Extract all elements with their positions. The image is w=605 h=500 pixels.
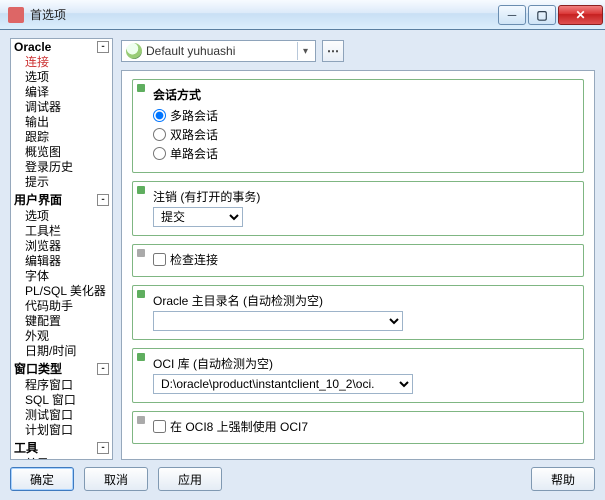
- group-marker-icon: [137, 416, 145, 424]
- close-button[interactable]: ✕: [558, 5, 603, 25]
- session-mode-group: 会话方式 多路会话双路会话单路会话: [132, 79, 584, 173]
- oci-lib-label: OCI 库 (自动检测为空): [153, 355, 575, 372]
- logoff-group: 注销 (有打开的事务) 提交: [132, 181, 584, 236]
- session-radio-label: 多路会话: [170, 107, 218, 124]
- sidebar-category[interactable]: 窗口类型-: [11, 359, 112, 378]
- dialog-buttons: 确定 取消 应用 帮助: [10, 460, 595, 492]
- check-connection-checkbox[interactable]: [153, 253, 166, 266]
- sidebar-item[interactable]: 编辑器: [11, 254, 112, 269]
- session-radio-label: 双路会话: [170, 126, 218, 143]
- sidebar-item[interactable]: 调试器: [11, 100, 112, 115]
- group-marker-icon: [137, 249, 145, 257]
- force-oci7-checkbox[interactable]: [153, 420, 166, 433]
- settings-panel: 会话方式 多路会话双路会话单路会话 注销 (有打开的事务) 提交: [121, 70, 595, 460]
- sidebar-item[interactable]: 日期/时间: [11, 344, 112, 359]
- oracle-home-select[interactable]: [153, 311, 403, 331]
- sidebar-item[interactable]: 浏览器: [11, 239, 112, 254]
- profile-label: Default yuhuashi: [146, 44, 297, 58]
- oci-lib-select[interactable]: D:\oracle\product\instantclient_10_2\oci…: [153, 374, 413, 394]
- help-button[interactable]: 帮助: [531, 467, 595, 491]
- sidebar-item[interactable]: 编译: [11, 85, 112, 100]
- collapse-icon[interactable]: -: [97, 41, 109, 53]
- collapse-icon[interactable]: -: [97, 363, 109, 375]
- logoff-label: 注销 (有打开的事务): [153, 188, 575, 205]
- sidebar-item[interactable]: 提示: [11, 175, 112, 190]
- maximize-button[interactable]: ▢: [528, 5, 556, 25]
- profile-combo[interactable]: Default yuhuashi: [121, 40, 316, 62]
- sidebar-item[interactable]: 工具栏: [11, 224, 112, 239]
- sidebar-item[interactable]: 概览图: [11, 145, 112, 160]
- app-icon: [8, 7, 24, 23]
- sidebar-category[interactable]: Oracle-: [11, 39, 112, 55]
- sidebar-item[interactable]: SQL 窗口: [11, 393, 112, 408]
- sidebar-item[interactable]: 外观: [11, 329, 112, 344]
- window-title: 首选项: [30, 6, 496, 23]
- sidebar-item[interactable]: 跟踪: [11, 130, 112, 145]
- group-marker-icon: [137, 353, 145, 361]
- sidebar-item[interactable]: 选项: [11, 209, 112, 224]
- chevron-down-icon[interactable]: [297, 42, 313, 60]
- session-mode-title: 会话方式: [153, 86, 575, 103]
- profile-more-button[interactable]: ⋯: [322, 40, 344, 62]
- group-marker-icon: [137, 84, 145, 92]
- session-radio[interactable]: [153, 147, 166, 160]
- sidebar-item[interactable]: 测试窗口: [11, 408, 112, 423]
- sidebar-item[interactable]: 登录历史: [11, 160, 112, 175]
- sidebar-item[interactable]: 选项: [11, 70, 112, 85]
- sidebar-item[interactable]: 计划窗口: [11, 423, 112, 438]
- ok-button[interactable]: 确定: [10, 467, 74, 491]
- oracle-home-group: Oracle 主目录名 (自动检测为空): [132, 285, 584, 340]
- sidebar-item[interactable]: 差异: [11, 457, 112, 459]
- sidebar-category[interactable]: 工具-: [11, 438, 112, 457]
- force-oci7-label: 在 OCI8 上强制使用 OCI7: [170, 418, 308, 435]
- oracle-home-label: Oracle 主目录名 (自动检测为空): [153, 292, 575, 309]
- sidebar-category[interactable]: 用户界面-: [11, 190, 112, 209]
- sidebar-item[interactable]: 连接: [11, 55, 112, 70]
- group-marker-icon: [137, 290, 145, 298]
- logoff-select[interactable]: 提交: [153, 207, 243, 227]
- collapse-icon[interactable]: -: [97, 442, 109, 454]
- check-connection-group: 检查连接: [132, 244, 584, 277]
- collapse-icon[interactable]: -: [97, 194, 109, 206]
- sidebar-item[interactable]: 键配置: [11, 314, 112, 329]
- minimize-button[interactable]: ─: [498, 5, 526, 25]
- session-radio[interactable]: [153, 128, 166, 141]
- apply-button[interactable]: 应用: [158, 467, 222, 491]
- sidebar-item[interactable]: 输出: [11, 115, 112, 130]
- session-radio-label: 单路会话: [170, 145, 218, 162]
- sidebar-item[interactable]: 代码助手: [11, 299, 112, 314]
- title-bar: 首选项 ─ ▢ ✕: [0, 0, 605, 30]
- sidebar-item[interactable]: PL/SQL 美化器: [11, 284, 112, 299]
- cancel-button[interactable]: 取消: [84, 467, 148, 491]
- sidebar-item[interactable]: 程序窗口: [11, 378, 112, 393]
- check-connection-label: 检查连接: [170, 251, 218, 268]
- session-radio[interactable]: [153, 109, 166, 122]
- oci-lib-group: OCI 库 (自动检测为空) D:\oracle\product\instant…: [132, 348, 584, 403]
- force-oci7-group: 在 OCI8 上强制使用 OCI7: [132, 411, 584, 444]
- preferences-tree[interactable]: Oracle-连接选项编译调试器输出跟踪概览图登录历史提示用户界面-选项工具栏浏…: [10, 38, 113, 460]
- sidebar-item[interactable]: 字体: [11, 269, 112, 284]
- profile-icon: [126, 43, 142, 59]
- group-marker-icon: [137, 186, 145, 194]
